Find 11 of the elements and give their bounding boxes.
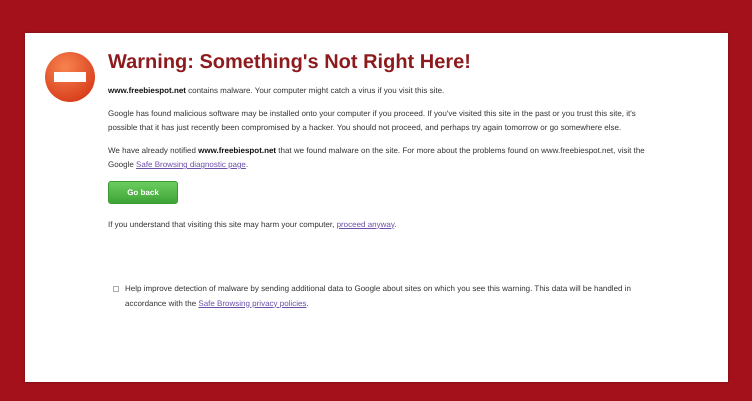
report-text: Help improve detection of malware by sending additional data to Google about sites on which you see this warning. This data will be handled in accordance with the Safe Browsing privacy policies. [125,283,632,310]
warning-paragraph: www.freebiespot.net contains malware. Your computer might catch a virus if you visit this site. [108,85,446,97]
proceed-text: If you understand that visiting this site may harm your computer, proceed anyway. [108,218,398,231]
link[interactable]: proceed anyway [336,220,394,228]
link[interactable]: Safe Browsing diagnostic page [136,160,246,169]
link[interactable]: Safe Browsing privacy policies [198,298,306,308]
stop-icon [45,52,95,102]
warning-title: Warning: Something's Not Right Here! [108,50,472,74]
report-checkbox[interactable] [113,286,119,292]
warning-paragraph: We have already notified www.freebiespot.net that we found malware on the site. For more about the problems found on www.freebiespot.net, visit the Google Safe Browsing diagnostic page. [108,144,646,171]
warning-paragraph: Google has found malicious software may be installed onto your computer if you proceed. If you've visited this site in the past or you trust this site, it's possible that it has just recently been compromised by a hacker. You should not proceed, and perhaps try again tomorrow or go somewhere else. [108,108,637,134]
